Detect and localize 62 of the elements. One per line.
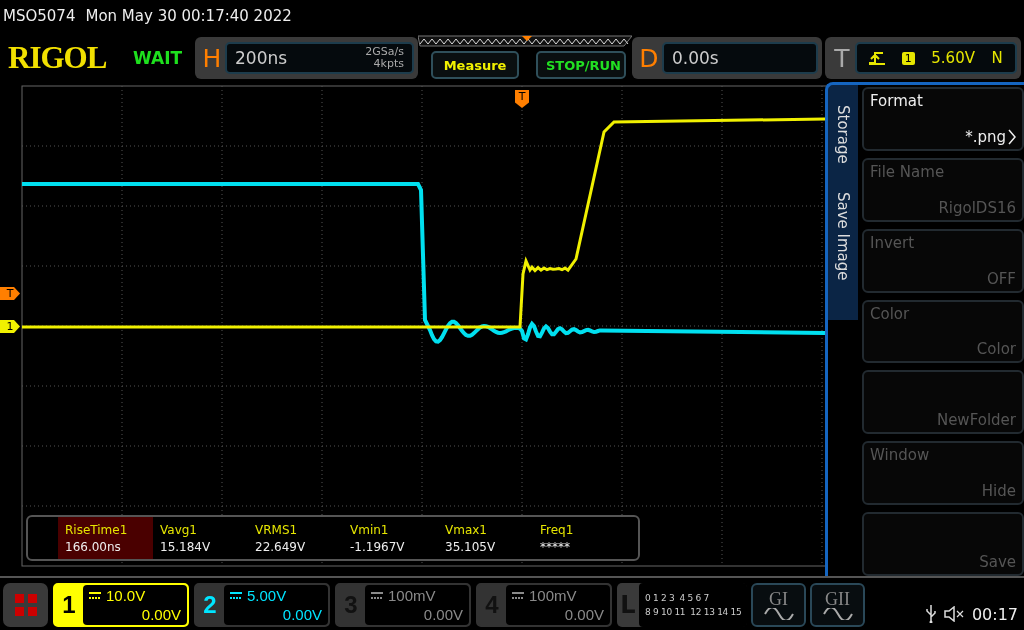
measurement-value: 166.00ns xyxy=(65,539,122,554)
menu-softkey[interactable]: Format *.png xyxy=(862,87,1024,151)
channel-1-marker[interactable]: 1 xyxy=(0,320,20,333)
sample-rate: 2GSa/s xyxy=(365,46,404,58)
delay-panel[interactable]: D 0.00s xyxy=(632,37,822,79)
timebase-value: 200ns xyxy=(235,48,288,68)
acquisition-status: WAIT xyxy=(133,48,184,68)
measurement-name: Vmin1 xyxy=(350,522,390,537)
trigger-level: 5.60V xyxy=(931,49,975,67)
measurement-item[interactable]: Freq1 ***** xyxy=(533,517,628,559)
channel-1-button[interactable]: 1 10.0V 0.00V xyxy=(53,583,189,627)
channel-2-button[interactable]: 2 5.00V 0.00V xyxy=(194,583,330,627)
horizontal-label: H xyxy=(201,43,223,73)
clock-time: 00:17 xyxy=(971,604,1018,624)
digital-channel-numbers: 0 1 2 3 4 5 6 7 xyxy=(645,592,710,605)
measure-button[interactable]: Measure xyxy=(431,51,519,79)
generator-button[interactable]: GI xyxy=(751,583,806,627)
model-name: MSO5074 xyxy=(3,7,76,25)
delay-value: 0.00s xyxy=(672,48,719,68)
sine-wave-icon xyxy=(822,608,853,620)
trigger-level-marker[interactable]: T xyxy=(0,287,20,300)
measurement-name: RiseTime1 xyxy=(65,522,129,537)
speaker-muted-icon xyxy=(943,606,964,622)
digital-channel-numbers: 8 9 10 11 12 13 14 15 xyxy=(645,606,743,619)
trigger-panel[interactable]: T 1 5.60V N xyxy=(825,37,1021,79)
measurement-name: Vavg1 xyxy=(160,522,198,537)
dc-coupling-icon xyxy=(371,592,383,599)
trigger-mode: N xyxy=(991,49,1003,67)
measurement-value: ***** xyxy=(540,539,571,554)
measurement-value: 15.184V xyxy=(160,539,212,554)
horizontal-panel[interactable]: H 200ns 2GSa/s 4kpts xyxy=(195,37,418,79)
measurement-item[interactable]: Vmax1 35.105V xyxy=(438,517,533,559)
measurement-name: VRMS1 xyxy=(255,522,299,537)
trigger-source: 1 xyxy=(901,51,915,65)
generator-button[interactable]: GII xyxy=(810,583,865,627)
chevron-right-icon xyxy=(1008,128,1016,145)
dc-coupling-icon xyxy=(230,592,242,599)
menu-button[interactable] xyxy=(3,583,48,627)
memory-depth: 4kpts xyxy=(373,58,404,70)
usb-icon xyxy=(925,605,936,623)
grid-squares-icon xyxy=(14,594,37,616)
dc-coupling-icon xyxy=(512,592,524,599)
rising-edge-icon xyxy=(869,51,886,65)
measurement-item[interactable]: RiseTime1 166.00ns xyxy=(58,517,153,559)
dc-coupling-icon xyxy=(89,592,101,599)
menu-tab[interactable]: Storage xyxy=(834,85,852,172)
measurement-item[interactable]: VRMS1 22.649V xyxy=(248,517,343,559)
delay-label: D xyxy=(638,43,660,73)
sine-wave-icon xyxy=(763,608,794,620)
trigger-label: T xyxy=(833,43,851,73)
stop-run-button[interactable]: STOP/RUN xyxy=(536,51,626,79)
measurement-value: 35.105V xyxy=(445,539,497,554)
trigger-position-marker[interactable]: T xyxy=(515,90,529,108)
menu-tab[interactable]: Save Image xyxy=(834,171,852,289)
measurement-item[interactable]: Vavg1 15.184V xyxy=(153,517,248,559)
brand-logo: RIGOL xyxy=(8,40,108,76)
measurement-value: -1.1967V xyxy=(350,539,406,554)
measurement-value: 22.649V xyxy=(255,539,307,554)
measurement-item[interactable]: Vmin1 -1.1967V xyxy=(343,517,438,559)
measurement-name: Vmax1 xyxy=(445,522,488,537)
measurement-name: Freq1 xyxy=(540,522,575,537)
date-time: Mon May 30 00:17:40 2022 xyxy=(85,7,292,25)
